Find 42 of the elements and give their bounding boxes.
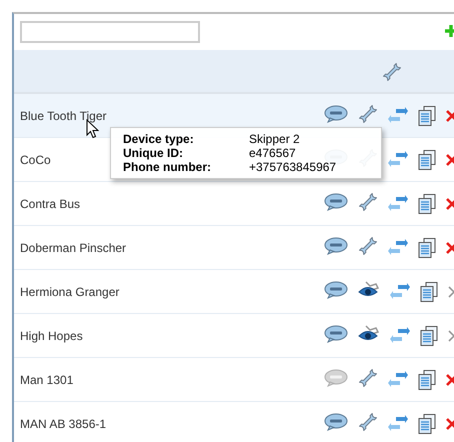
tooltip-value: Skipper 2 [249,132,301,146]
documents-icon[interactable] [418,106,436,126]
documents-icon[interactable] [420,326,438,346]
documents-icon[interactable] [418,370,436,390]
documents-icon[interactable] [418,414,436,434]
sms-icon[interactable] [324,105,348,123]
arrows-icon[interactable] [388,370,408,388]
arrows-icon[interactable] [388,194,408,212]
tooltip-value: e476567 [249,146,297,160]
tooltip-label: Device type: [123,132,195,146]
documents-icon[interactable] [418,150,436,170]
arrows-icon[interactable] [388,414,408,432]
arrows-icon[interactable] [388,150,408,168]
wrench-icon[interactable] [358,192,378,212]
documents-icon[interactable] [418,238,436,258]
sms-icon[interactable] [324,281,348,299]
arrows-icon[interactable] [390,326,410,344]
wrench-icon[interactable] [358,104,378,124]
arrows-icon[interactable] [388,106,408,124]
wrench-icon[interactable] [358,236,378,256]
wrench-icon[interactable] [358,412,378,432]
tooltip-label: Unique ID: [123,146,184,160]
tooltip-label: Phone number: [123,160,212,174]
device-name[interactable]: High Hopes [20,328,324,342]
device-name[interactable]: Man 1301 [20,372,324,386]
device-name[interactable]: Contra Bus [20,196,324,210]
arrows-icon[interactable] [388,238,408,256]
arrows-icon[interactable] [390,282,410,300]
wrench-icon[interactable] [358,368,378,388]
search-field[interactable] [20,21,200,43]
tooltip-value: +375763845967 [249,160,338,174]
documents-icon[interactable] [420,282,438,302]
add-icon[interactable] [445,25,454,37]
sms-icon[interactable] [324,325,348,343]
documents-icon[interactable] [418,194,436,214]
device-name[interactable]: Hermiona Granger [20,284,324,298]
sms-icon[interactable] [324,413,348,431]
device-name[interactable]: Doberman Pinscher [20,240,324,254]
device-name[interactable]: MAN AB 3856-1 [20,416,324,430]
sms-icon[interactable] [324,193,348,211]
sms-icon[interactable] [324,237,348,255]
wrench-icon[interactable] [382,62,402,82]
